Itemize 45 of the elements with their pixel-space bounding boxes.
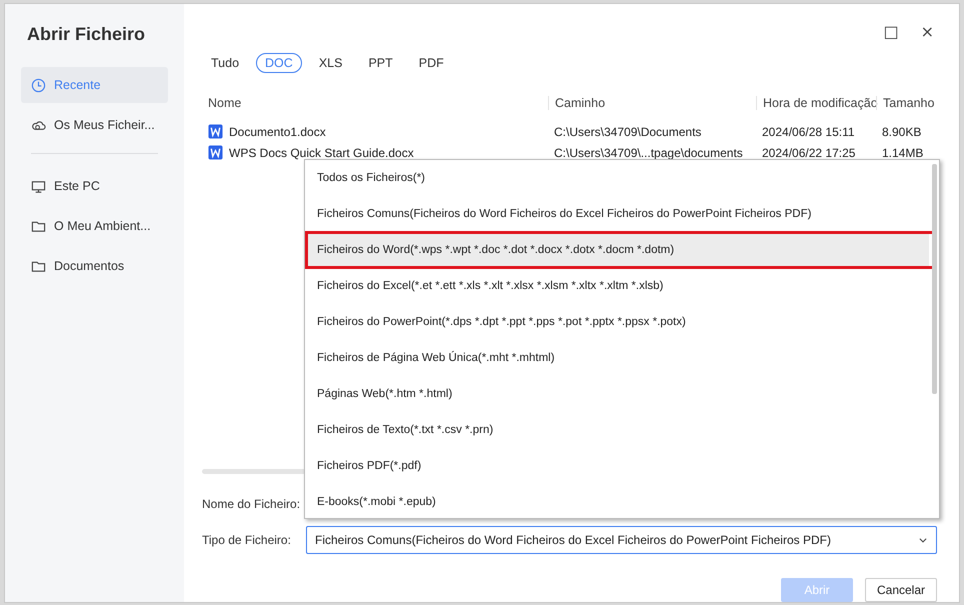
close-button[interactable]: ×	[918, 22, 937, 41]
maximize-button[interactable]: □	[880, 22, 902, 41]
dropdown-option[interactable]: Ficheiros PDF(*.pdf)	[305, 448, 929, 484]
sidebar-item[interactable]: Este PC	[21, 168, 168, 204]
dialog-title: Abrir Ficheiro	[27, 24, 146, 45]
word-file-icon	[208, 145, 223, 160]
file-name[interactable]: Documento1.docx	[229, 124, 326, 138]
dropdown-option[interactable]: Ficheiros do Word(*.wps *.wpt *.doc *.dot *.docx *.dotx *.docm *.dotm)	[305, 232, 929, 268]
dropdown-option[interactable]: Ficheiros do Excel(*.et *.ett *.xls *.xlt *.xlsx *.xlsm *.xltx *.xltm *.xlsb)	[305, 268, 929, 304]
sidebar-item[interactable]: O Meu Ambient...	[21, 208, 168, 244]
filter-tab[interactable]: XLS	[310, 53, 352, 73]
table-cell-text: 1.14MB	[881, 146, 924, 160]
field-label: Tipo de Ficheiro:	[202, 533, 292, 547]
file-name[interactable]: WPS Docs Quick Start Guide.docx	[229, 146, 414, 160]
file-type-dropdown[interactable]: Ficheiros Comuns(Ficheiros do Word Ficheiros do Excel Ficheiros do PowerPoint Ficheiros PDF)	[306, 526, 937, 554]
dropdown-option[interactable]: Ficheiros de Texto(*.txt *.csv *.prn)	[305, 412, 929, 448]
folder-icon	[31, 258, 46, 274]
table-cell-text: 2024/06/28 15:11	[761, 124, 856, 138]
dropdown-option[interactable]: Ficheiros Comuns(Ficheiros do Word Ficheiros do Excel Ficheiros do PowerPoint Ficheiros PDF)	[305, 196, 929, 232]
table-cell-text: 2024/06/22 17:25	[761, 146, 856, 160]
filter-tab[interactable]: PPT	[359, 53, 402, 73]
filter-tab[interactable]: DOC	[256, 53, 302, 73]
column-header[interactable]: Nome	[202, 96, 548, 110]
table-cell-text: 8.90KB	[881, 124, 922, 138]
dropdown-option[interactable]: Todos os Ficheiros(*)	[305, 160, 929, 196]
scrollbar-thumb[interactable]	[932, 164, 937, 394]
table-cell-text: C:\Users\34709\...tpage\documents	[553, 146, 744, 160]
sidebar-item[interactable]: Os Meus Ficheir...	[21, 107, 168, 143]
dropdown-option[interactable]: E-books(*.mobi *.epub)	[305, 484, 929, 520]
column-header[interactable]: Hora de modificação	[756, 96, 876, 110]
dropdown-option[interactable]: Ficheiros de Página Web Única(*.mht *.mhtml)	[305, 340, 929, 376]
column-header[interactable]: Caminho	[548, 96, 756, 110]
dropdown-option[interactable]: Ficheiros do PowerPoint(*.dps *.dpt *.ppt *.pps *.pot *.pptx *.ppsx *.potx)	[305, 304, 929, 340]
monitor-icon	[31, 178, 46, 194]
word-file-icon	[208, 124, 223, 139]
filter-tab[interactable]: Tudo	[202, 53, 248, 73]
dropdown-option[interactable]: Páginas Web(*.htm *.html)	[305, 376, 929, 412]
cancel-button[interactable]: Cancelar	[865, 578, 937, 602]
filter-tab[interactable]: PDF	[410, 53, 453, 73]
table-cell-text: C:\Users\34709\Documents	[553, 124, 702, 138]
clock-icon	[31, 78, 46, 92]
sidebar-item[interactable]: Documentos	[21, 248, 168, 284]
folder-icon	[31, 218, 46, 234]
field-label: Nome do Ficheiro:	[202, 497, 302, 511]
column-header[interactable]: Tamanho	[876, 96, 936, 110]
